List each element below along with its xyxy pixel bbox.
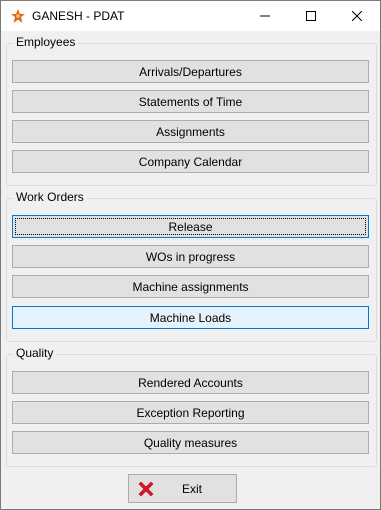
close-icon [352,11,362,21]
app-window: GANESH - PDAT Employees Arrivals/Departu… [0,0,381,510]
close-button[interactable] [334,1,380,31]
quality-group-label: Quality [13,346,57,360]
machine-assignments-button[interactable]: Machine assignments [12,275,369,298]
machine-loads-button[interactable]: Machine Loads [12,306,369,329]
exit-button[interactable]: Exit [128,474,237,503]
exception-reporting-button[interactable]: Exception Reporting [12,401,369,424]
red-x-icon [138,481,154,497]
employees-group: Employees Arrivals/Departures Statements… [6,35,377,186]
ganesh-app-icon [11,9,25,23]
maximize-icon [306,11,316,21]
assignments-button[interactable]: Assignments [12,120,369,143]
focus-ring [15,218,366,235]
title-bar[interactable]: GANESH - PDAT [1,1,380,31]
exit-button-label: Exit [182,482,203,496]
arrivals-departures-button[interactable]: Arrivals/Departures [12,60,369,83]
work-orders-group: Work Orders Release WOs in progress Mach… [6,190,377,342]
minimize-icon [260,15,270,17]
employees-group-label: Employees [13,35,79,49]
rendered-accounts-button[interactable]: Rendered Accounts [12,371,369,394]
quality-group: Quality Rendered Accounts Exception Repo… [6,346,377,467]
minimize-button[interactable] [242,1,288,31]
statements-of-time-button[interactable]: Statements of Time [12,90,369,113]
work-orders-group-label: Work Orders [13,190,87,204]
company-calendar-button[interactable]: Company Calendar [12,150,369,173]
release-button[interactable]: Release [12,215,369,238]
maximize-button[interactable] [288,1,334,31]
window-title: GANESH - PDAT [32,9,125,23]
wos-in-progress-button[interactable]: WOs in progress [12,245,369,268]
quality-measures-button[interactable]: Quality measures [12,431,369,454]
